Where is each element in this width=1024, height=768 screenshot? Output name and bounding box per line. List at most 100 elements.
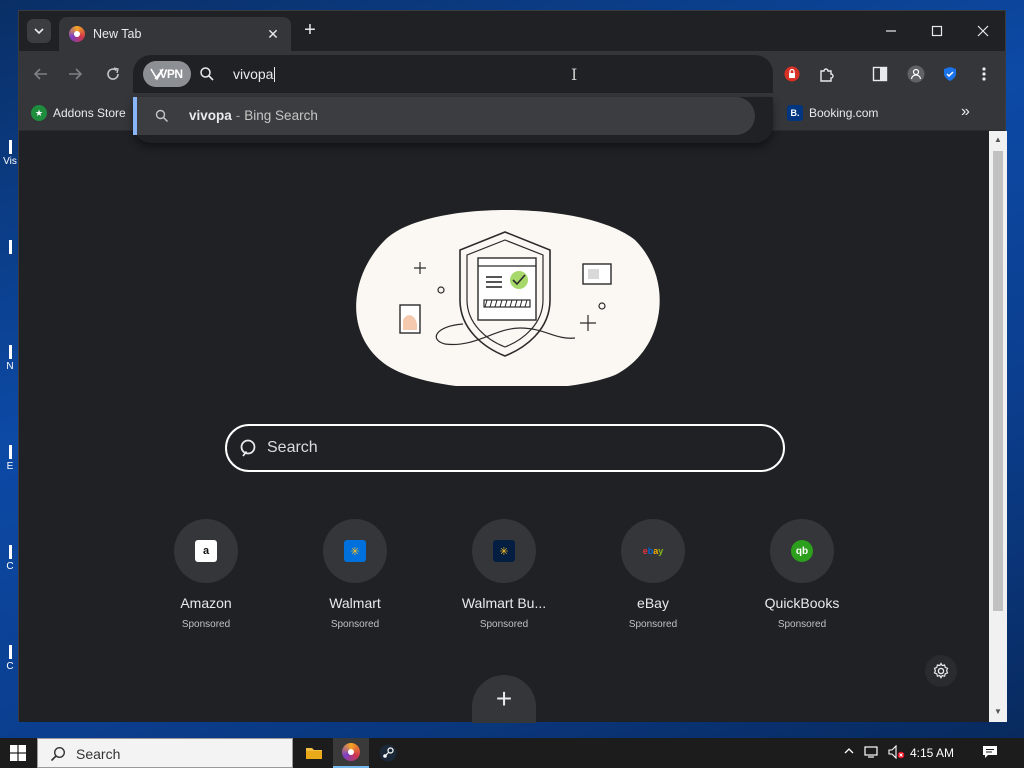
quickbooks-icon: qb [791, 540, 813, 562]
shortcut-circle: qb [770, 519, 834, 583]
volume-muted-icon[interactable] [888, 744, 906, 762]
bookmark-addons-store[interactable]: ★ Addons Store [31, 105, 126, 121]
desktop-icon[interactable]: C [0, 545, 20, 572]
chevron-down-icon [34, 28, 44, 35]
maximize-button[interactable] [923, 19, 951, 43]
show-hidden-icons-chevron-up-icon[interactable] [843, 745, 855, 760]
address-bar[interactable]: VPN vivopa I [133, 55, 773, 93]
back-button[interactable] [29, 62, 53, 86]
taskbar-search-box[interactable]: Search [37, 738, 293, 768]
sponsored-badge: Sponsored [479, 619, 529, 630]
side-panel-button[interactable] [869, 63, 891, 85]
forward-button[interactable] [63, 62, 87, 86]
shortcut-circle: ✳ [472, 519, 536, 583]
reload-button[interactable] [101, 62, 125, 86]
ntp-search-placeholder: Search [267, 439, 318, 456]
booking-icon: B. [787, 105, 803, 121]
desktop-icon[interactable]: C [0, 645, 20, 672]
shortcut-tile-ebay[interactable]: ebay eBay Sponsored [588, 519, 718, 630]
desktop-icon[interactable]: E [0, 445, 20, 472]
shortcut-name: eBay [637, 595, 669, 611]
red-lock-icon [784, 66, 800, 82]
windows-logo-icon [10, 745, 26, 761]
start-button[interactable] [0, 738, 36, 768]
menu-button[interactable] [973, 63, 995, 85]
new-tab-button[interactable]: + [299, 20, 321, 42]
extensions-button[interactable] [816, 63, 838, 85]
shield-extension-button[interactable] [939, 63, 961, 85]
desktop-icon[interactable]: N [0, 345, 20, 372]
arrow-left-icon [33, 68, 47, 80]
walmart-icon: ✳ [344, 540, 366, 562]
shortcut-name: Walmart Bu... [461, 595, 547, 611]
puzzle-icon [820, 68, 834, 82]
shortcut-name: Walmart [329, 595, 381, 611]
shortcut-name: QuickBooks [764, 595, 840, 611]
omnibox-suggestions: vivopa - Bing Search [133, 97, 773, 143]
bookmarks-overflow-button[interactable]: » [961, 103, 970, 121]
tab-search-button[interactable] [27, 19, 51, 43]
amazon-icon: a [195, 540, 217, 562]
toolbar: VPN vivopa I [19, 51, 1005, 97]
suggestion-query: vivopa [189, 108, 232, 123]
taskbar-file-explorer[interactable] [296, 738, 332, 768]
arrow-right-icon [69, 68, 83, 80]
search-icon [200, 67, 214, 81]
suggestion-item[interactable]: vivopa - Bing Search [133, 97, 755, 135]
shortcut-tile-quickbooks[interactable]: qb QuickBooks Sponsored [737, 519, 867, 630]
plus-icon: + [495, 683, 513, 714]
gear-icon [933, 662, 949, 679]
privacy-shield-illustration [356, 210, 660, 386]
profile-button[interactable] [905, 63, 927, 85]
scroll-down-arrow-icon[interactable]: ▼ [993, 707, 1003, 717]
suggestion-engine: Bing Search [244, 108, 318, 123]
taskbar-clock[interactable]: 4:15 AM [910, 746, 954, 760]
sponsored-badge: Sponsored [628, 619, 678, 630]
customize-settings-button[interactable] [925, 655, 957, 687]
scrollbar-thumb[interactable] [993, 151, 1003, 611]
action-center-icon[interactable] [982, 745, 998, 762]
addons-store-icon: ★ [31, 105, 47, 121]
side-panel-icon [872, 66, 888, 82]
network-icon[interactable] [864, 745, 882, 762]
bookmark-label: Booking.com [809, 106, 879, 120]
search-icon [50, 746, 66, 762]
ntp-search-box[interactable]: Search [225, 424, 785, 472]
sponsored-badge: Sponsored [181, 619, 231, 630]
close-tab-icon[interactable]: ✕ [265, 26, 281, 42]
scroll-up-arrow-icon[interactable]: ▲ [993, 135, 1003, 145]
close-window-button[interactable] [969, 19, 997, 43]
close-icon [977, 25, 989, 37]
desktop-icon[interactable]: Vis [0, 140, 20, 167]
double-chevron-right-icon: » [961, 103, 970, 120]
shortcut-tile-walmart-business[interactable]: ✳ Walmart Bu... Sponsored [439, 519, 569, 630]
walmart-business-icon: ✳ [493, 540, 515, 562]
shortcut-tile-walmart[interactable]: ✳ Walmart Sponsored [290, 519, 420, 630]
maximize-icon [931, 25, 943, 37]
browser-logo-icon [69, 26, 85, 42]
minimize-button[interactable] [877, 19, 905, 43]
shortcut-tile-amazon[interactable]: a Amazon Sponsored [141, 519, 271, 630]
browser-window: New Tab ✕ + VPN vivopa I ★ Addons Store … [18, 10, 1007, 723]
taskbar-steam[interactable] [370, 738, 406, 768]
bookmark-label: Addons Store [53, 106, 126, 120]
ebay-icon: ebay [642, 546, 664, 556]
add-shortcut-button[interactable]: + [472, 675, 536, 723]
address-bar-text[interactable]: vivopa [233, 66, 275, 82]
desktop-icon[interactable] [0, 240, 20, 256]
taskbar: Search 4:15 AM [0, 738, 1024, 768]
tab-title: New Tab [93, 27, 142, 41]
blue-shield-icon [944, 67, 956, 81]
profile-icon [907, 65, 925, 83]
bookmark-booking[interactable]: B. Booking.com [787, 105, 878, 121]
shortcut-name: Amazon [180, 595, 232, 611]
vpn-button[interactable]: VPN [143, 61, 191, 87]
shortcut-circle: ✳ [323, 519, 387, 583]
page-scrollbar[interactable]: ▲ ▼ [989, 131, 1007, 722]
selection-accent [133, 97, 137, 135]
tab-new-tab[interactable]: New Tab ✕ [59, 17, 291, 51]
shortcut-circle: ebay [621, 519, 685, 583]
extension-lock-button[interactable] [781, 63, 803, 85]
taskbar-browser[interactable] [333, 738, 369, 768]
suggestion-separator: - [235, 108, 241, 123]
